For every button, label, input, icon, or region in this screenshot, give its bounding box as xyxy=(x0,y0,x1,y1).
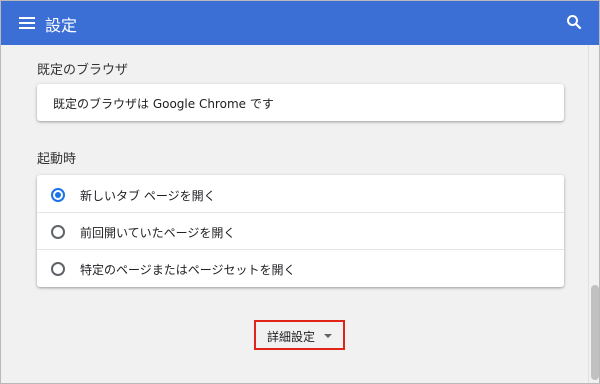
search-icon[interactable] xyxy=(566,14,582,30)
app-header: 設定 xyxy=(0,0,600,45)
startup-option-continue[interactable]: 前回開いていたページを開く xyxy=(37,213,564,250)
radio-unselected-icon[interactable] xyxy=(51,262,65,276)
startup-option-label: 新しいタブ ページを開く xyxy=(80,189,216,203)
startup-card: 新しいタブ ページを開く 前回開いていたページを開く 特定のページまたはページセ… xyxy=(37,175,564,287)
startup-option-specific-pages[interactable]: 特定のページまたはページセットを開く xyxy=(37,250,564,287)
radio-selected-icon[interactable] xyxy=(51,188,65,202)
startup-option-label: 特定のページまたはページセットを開く xyxy=(80,263,296,277)
startup-option-new-tab[interactable]: 新しいタブ ページを開く xyxy=(37,176,564,213)
default-browser-section-title: 既定のブラウザ xyxy=(37,63,129,78)
hamburger-menu-icon[interactable] xyxy=(19,15,35,29)
scrollbar-thumb[interactable] xyxy=(591,285,599,380)
page-title: 設定 xyxy=(45,16,78,35)
settings-content: 既定のブラウザ 既定のブラウザは Google Chrome です 起動時 新し… xyxy=(0,45,588,384)
advanced-settings-label: 詳細設定 xyxy=(267,330,316,344)
advanced-settings-button[interactable]: 詳細設定 xyxy=(254,320,345,350)
radio-unselected-icon[interactable] xyxy=(51,225,65,239)
startup-section-title: 起動時 xyxy=(37,152,77,167)
startup-option-label: 前回開いていたページを開く xyxy=(80,226,236,240)
scrollbar[interactable] xyxy=(588,45,600,384)
caret-down-icon xyxy=(324,334,332,338)
default-browser-card: 既定のブラウザは Google Chrome です xyxy=(37,84,564,121)
default-browser-status: 既定のブラウザは Google Chrome です xyxy=(53,97,274,111)
